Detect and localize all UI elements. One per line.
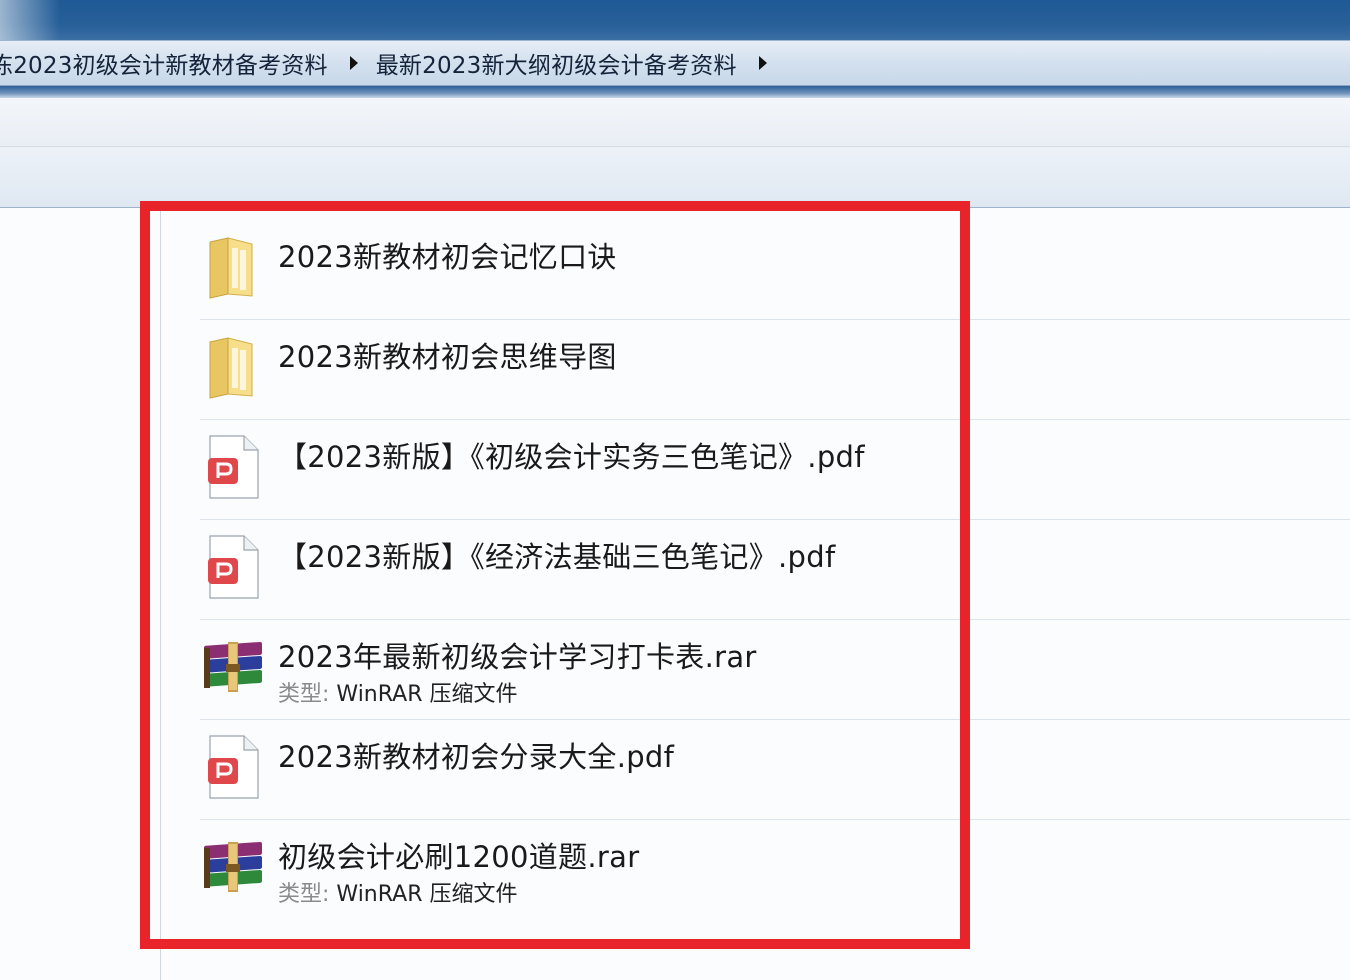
- file-name: 2023新教材初会记忆口诀: [278, 240, 617, 274]
- toolbar: [0, 98, 1350, 147]
- navigation-pane-divider[interactable]: [160, 208, 161, 980]
- list-item[interactable]: 2023年最新初级会计学习打卡表.rar 类型: WinRAR 压缩文件: [200, 620, 1350, 720]
- file-name: 【2023新版】《经济法基础三色笔记》.pdf: [278, 540, 836, 574]
- file-name: 初级会计必刷1200道题.rar: [278, 840, 640, 874]
- file-name: 2023新教材初会思维导图: [278, 340, 617, 374]
- address-bar-bottom-edge: [0, 86, 1350, 98]
- pdf-file-icon: [208, 535, 259, 599]
- list-item[interactable]: 初级会计必刷1200道题.rar 类型: WinRAR 压缩文件: [200, 820, 1350, 920]
- pdf-file-icon: [208, 735, 259, 799]
- winrar-archive-icon: [204, 641, 262, 692]
- column-header-band: [0, 147, 1350, 208]
- list-item[interactable]: 【2023新版】《初级会计实务三色笔记》.pdf: [200, 420, 1350, 520]
- pdf-file-icon: [208, 435, 259, 499]
- folder-icon: [209, 237, 253, 299]
- winrar-archive-icon: [204, 841, 262, 892]
- title-bar-glare: [0, 0, 60, 40]
- file-type: 类型: WinRAR 压缩文件: [278, 876, 517, 908]
- file-type-value: WinRAR 压缩文件: [336, 882, 518, 907]
- window-title-bar: [0, 0, 1350, 40]
- file-name: 2023新教材初会分录大全.pdf: [278, 740, 675, 774]
- folder-icon: [209, 337, 253, 399]
- file-name: 2023年最新初级会计学习打卡表.rar: [278, 640, 757, 674]
- list-item[interactable]: 2023新教材初会分录大全.pdf: [200, 720, 1350, 820]
- file-list: 2023新教材初会记忆口诀 2023新教材初会思维导图 【2023新版】《初级会: [200, 220, 1350, 920]
- breadcrumb[interactable]: 冻2023初级会计新教材备考资料 最新2023新大纲初级会计备考资料: [0, 40, 1350, 86]
- file-name: 【2023新版】《初级会计实务三色笔记》.pdf: [278, 440, 865, 474]
- list-item[interactable]: 【2023新版】《经济法基础三色笔记》.pdf: [200, 520, 1350, 620]
- list-item[interactable]: 2023新教材初会记忆口诀: [200, 220, 1350, 320]
- breadcrumb-item-current[interactable]: 最新2023新大纲初级会计备考资料: [376, 46, 737, 80]
- chevron-right-icon[interactable]: [758, 56, 767, 70]
- explorer-window: 冻2023初级会计新教材备考资料 最新2023新大纲初级会计备考资料 2023新…: [0, 0, 1350, 980]
- list-item[interactable]: 2023新教材初会思维导图: [200, 320, 1350, 420]
- file-type: 类型: WinRAR 压缩文件: [278, 676, 517, 708]
- file-type-label: 类型:: [278, 682, 330, 707]
- chevron-right-icon[interactable]: [349, 56, 358, 70]
- file-type-value: WinRAR 压缩文件: [336, 682, 518, 707]
- breadcrumb-item-parent[interactable]: 冻2023初级会计新教材备考资料: [0, 46, 328, 80]
- file-type-label: 类型:: [278, 882, 330, 907]
